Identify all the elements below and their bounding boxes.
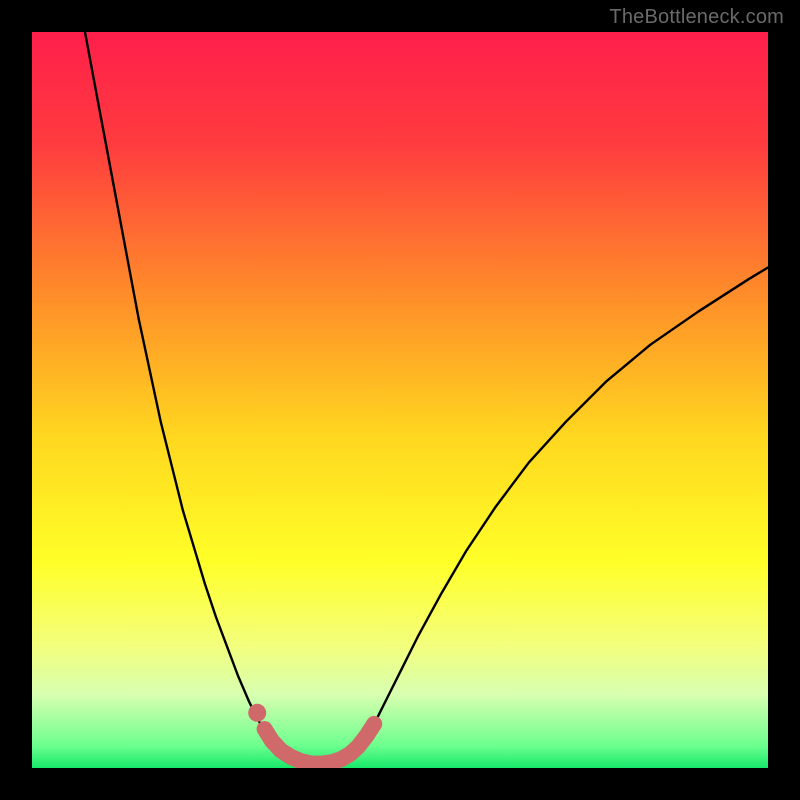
chart-frame: TheBottleneck.com: [0, 0, 800, 800]
gradient-background: [32, 32, 768, 768]
highlight-dot: [248, 704, 266, 722]
plot-area: [32, 32, 768, 768]
watermark-text: TheBottleneck.com: [609, 6, 784, 29]
chart-svg: [32, 32, 768, 768]
